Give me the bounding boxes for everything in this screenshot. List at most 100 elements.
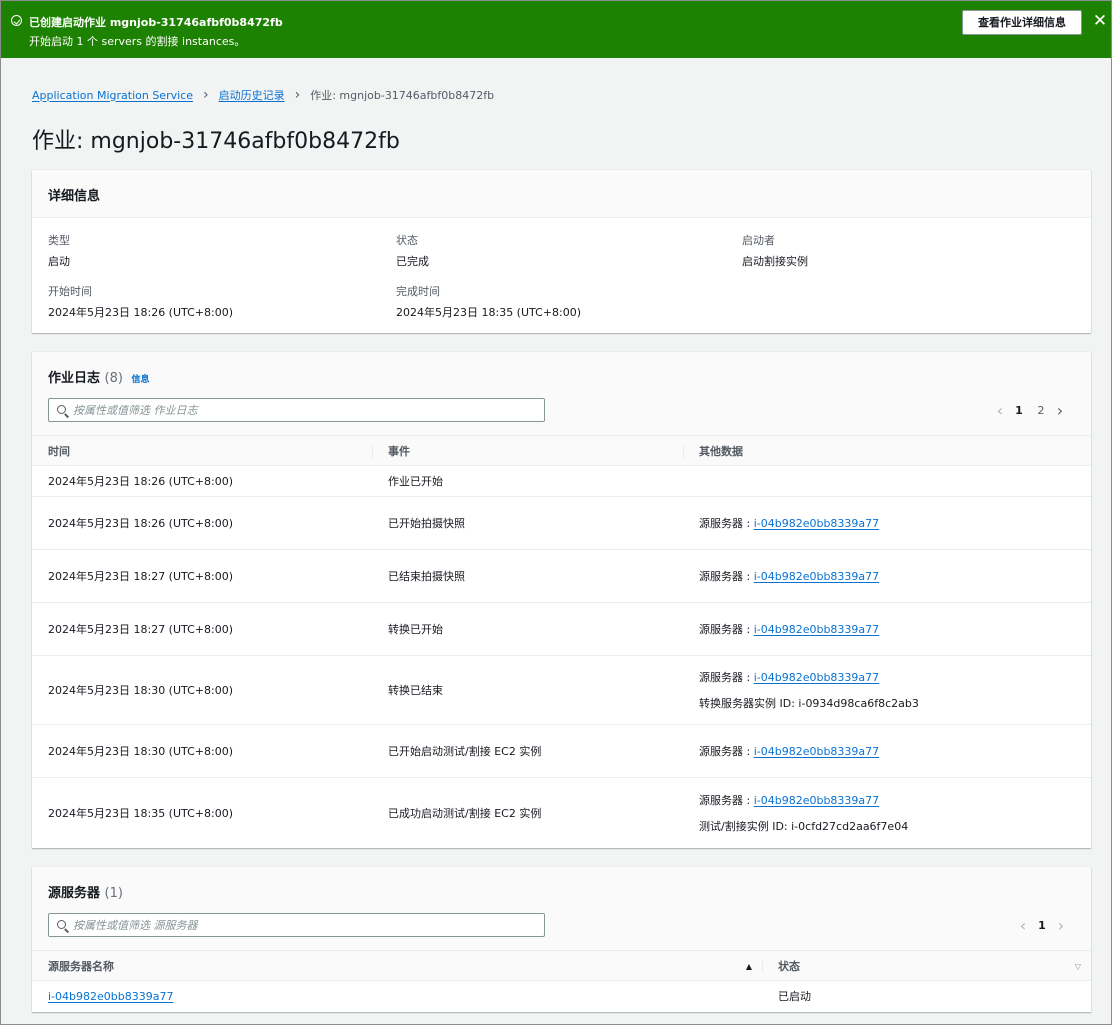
success-check-icon: [11, 15, 22, 26]
source-server-label: 源服务器 :: [699, 745, 754, 758]
source-servers-filter-input[interactable]: [73, 917, 533, 933]
status-field: 状态 已完成: [396, 232, 429, 269]
job-log-count: (8): [104, 371, 123, 386]
job-log-header: 作业日志 (8) 信息 ‹ 1 2 ›: [32, 352, 1091, 436]
source-server-label: 源服务器 :: [699, 793, 754, 807]
sort-ascending-icon[interactable]: ▲: [746, 962, 752, 971]
log-event: 已开始拍摄快照: [372, 496, 683, 550]
search-icon: [57, 405, 66, 414]
log-extra: [683, 465, 1091, 497]
source-servers-container: 源服务器 (1) ‹ 1 › 源服务器名称 ▲ 状态 ▽: [32, 867, 1091, 1012]
page-1-button[interactable]: 1: [1008, 404, 1030, 417]
details-title: 详细信息: [48, 189, 101, 204]
close-icon[interactable]: ✕: [1092, 12, 1108, 30]
server-status-cell: 已启动: [778, 990, 811, 1004]
source-servers-pagination: ‹ 1 ›: [1015, 916, 1069, 935]
chevron-right-icon: ›: [294, 87, 301, 103]
status-value: 已完成: [396, 255, 429, 268]
job-log-pagination: ‹ 1 2 ›: [992, 401, 1068, 420]
source-server-label: 源服务器 :: [699, 623, 754, 636]
job-log-container: 作业日志 (8) 信息 ‹ 1 2 › 时间 事件 其他数据 2024年5月23…: [32, 352, 1091, 848]
source-server-link[interactable]: i-04b982e0bb8339a77: [754, 570, 879, 583]
table-row: 2024年5月23日 18:35 (UTC+8:00) 已成功启动测试/割接 E…: [32, 778, 1091, 848]
job-log-title-text: 作业日志: [48, 371, 101, 386]
server-name-header-text: 源服务器名称: [48, 959, 114, 973]
table-row: 2024年5月23日 18:27 (UTC+8:00) 转换已开始 源服务器 :…: [32, 602, 1091, 656]
end-time-field: 完成时间 2024年5月23日 18:35 (UTC+8:00): [396, 283, 581, 320]
source-servers-title: 源服务器 (1): [48, 882, 123, 901]
source-server-label: 源服务器 :: [699, 570, 754, 583]
log-extra: 源服务器 : i-04b982e0bb8339a77: [683, 724, 1091, 778]
next-page-icon[interactable]: ›: [1053, 916, 1069, 935]
log-event: 作业已开始: [372, 465, 683, 497]
type-field: 类型 启动: [48, 232, 70, 269]
initiator-field: 启动者 启动割接实例: [742, 232, 808, 269]
next-page-icon[interactable]: ›: [1052, 401, 1068, 420]
view-job-details-button[interactable]: 查看作业详细信息: [962, 10, 1082, 35]
previous-page-icon[interactable]: ‹: [992, 401, 1008, 420]
column-header-time[interactable]: 时间: [32, 435, 372, 466]
log-event: 已成功启动测试/割接 EC2 实例: [388, 806, 542, 820]
job-log-filter: [48, 398, 545, 422]
log-time: 2024年5月23日 18:26 (UTC+8:00): [32, 465, 372, 497]
table-row: i-04b982e0bb8339a77 已启动: [32, 981, 1091, 1012]
table-row: 2024年5月23日 18:27 (UTC+8:00) 已结束拍摄快照 源服务器…: [32, 549, 1091, 603]
source-server-link[interactable]: i-04b982e0bb8339a77: [754, 671, 879, 684]
source-servers-title-text: 源服务器: [48, 886, 101, 901]
chevron-right-icon: ›: [202, 87, 209, 103]
source-server-link[interactable]: i-04b982e0bb8339a77: [754, 623, 879, 636]
source-server-label: 源服务器 :: [699, 517, 754, 530]
server-name-cell: i-04b982e0bb8339a77: [32, 981, 762, 1012]
source-server-link[interactable]: i-04b982e0bb8339a77: [754, 745, 879, 758]
initiator-value: 启动割接实例: [742, 255, 808, 268]
log-extra: 源服务器 : i-04b982e0bb8339a77: [683, 602, 1091, 656]
log-event: 转换已开始: [372, 602, 683, 656]
source-servers-table: 源服务器名称 ▲ 状态 ▽ i-04b982e0bb8339a77 已启动: [32, 950, 1091, 1012]
sort-descending-icon[interactable]: ▽: [1075, 962, 1081, 971]
table-row: 2024年5月23日 18:30 (UTC+8:00) 已开始启动测试/割接 E…: [32, 724, 1091, 778]
start-time-field: 开始时间 2024年5月23日 18:26 (UTC+8:00): [48, 283, 233, 320]
source-server-link[interactable]: i-04b982e0bb8339a77: [754, 794, 879, 807]
source-server-link[interactable]: i-04b982e0bb8339a77: [48, 990, 173, 1003]
column-header-extra[interactable]: 其他数据: [683, 435, 1091, 466]
breadcrumb-link-launch-history[interactable]: 启动历史记录: [219, 87, 285, 103]
log-time: 2024年5月23日 18:35 (UTC+8:00): [48, 806, 233, 820]
type-value: 启动: [48, 255, 70, 268]
details-header: 详细信息: [32, 170, 1091, 218]
log-event: 已结束拍摄快照: [372, 549, 683, 603]
table-row: 2024年5月23日 18:30 (UTC+8:00) 转换已结束 源服务器 :…: [32, 655, 1091, 725]
log-event: 已开始启动测试/割接 EC2 实例: [372, 724, 683, 778]
previous-page-icon[interactable]: ‹: [1015, 916, 1031, 935]
info-link[interactable]: 信息: [132, 375, 150, 385]
cutover-instance-id: 测试/割接实例 ID: i-0cfd27cd2aa6f7e04: [699, 819, 909, 833]
flash-message: 开始启动 1 个 servers 的割接 instances。: [29, 35, 246, 48]
log-extra: 源服务器 : i-04b982e0bb8339a77 转换服务器实例 ID: i…: [683, 655, 1091, 725]
job-log-title: 作业日志 (8) 信息: [48, 367, 150, 386]
page-1-button[interactable]: 1: [1031, 919, 1053, 932]
search-icon: [57, 920, 66, 929]
job-log-filter-input[interactable]: [73, 402, 533, 418]
initiator-label: 启动者: [742, 234, 775, 247]
column-header-server-name[interactable]: 源服务器名称 ▲: [32, 950, 762, 981]
breadcrumb-link-service[interactable]: Application Migration Service: [32, 89, 193, 102]
column-header-event[interactable]: 事件: [372, 435, 683, 466]
log-time: 2024年5月23日 18:30 (UTC+8:00): [32, 655, 372, 725]
status-label: 状态: [396, 234, 418, 247]
breadcrumb: Application Migration Service › 启动历史记录 ›…: [32, 87, 494, 103]
type-label: 类型: [48, 234, 70, 247]
details-container: 详细信息 类型 启动 状态 已完成 启动者 启动割接实例 开始时间 2024年5…: [32, 170, 1091, 333]
log-extra: 源服务器 : i-04b982e0bb8339a77 测试/割接实例 ID: i…: [683, 778, 1091, 848]
log-extra: 源服务器 : i-04b982e0bb8339a77: [683, 549, 1091, 603]
log-time: 2024年5月23日 18:30 (UTC+8:00): [32, 724, 372, 778]
page-2-button[interactable]: 2: [1030, 404, 1052, 417]
column-header-status[interactable]: 状态 ▽: [762, 950, 1091, 981]
log-time: 2024年5月23日 18:27 (UTC+8:00): [32, 602, 372, 656]
conversion-instance-id: 转换服务器实例 ID: i-0934d98ca6f8c2ab3: [699, 697, 919, 710]
source-server-link[interactable]: i-04b982e0bb8339a77: [754, 517, 879, 530]
table-row: 2024年5月23日 18:26 (UTC+8:00) 已开始拍摄快照 源服务器…: [32, 496, 1091, 550]
source-server-label: 源服务器 :: [699, 671, 754, 684]
flash-title: 已创建启动作业 mgnjob-31746afbf0b8472fb: [29, 16, 283, 29]
log-time: 2024年5月23日 18:27 (UTC+8:00): [32, 549, 372, 603]
start-time-value: 2024年5月23日 18:26 (UTC+8:00): [48, 306, 233, 319]
start-time-label: 开始时间: [48, 285, 92, 298]
